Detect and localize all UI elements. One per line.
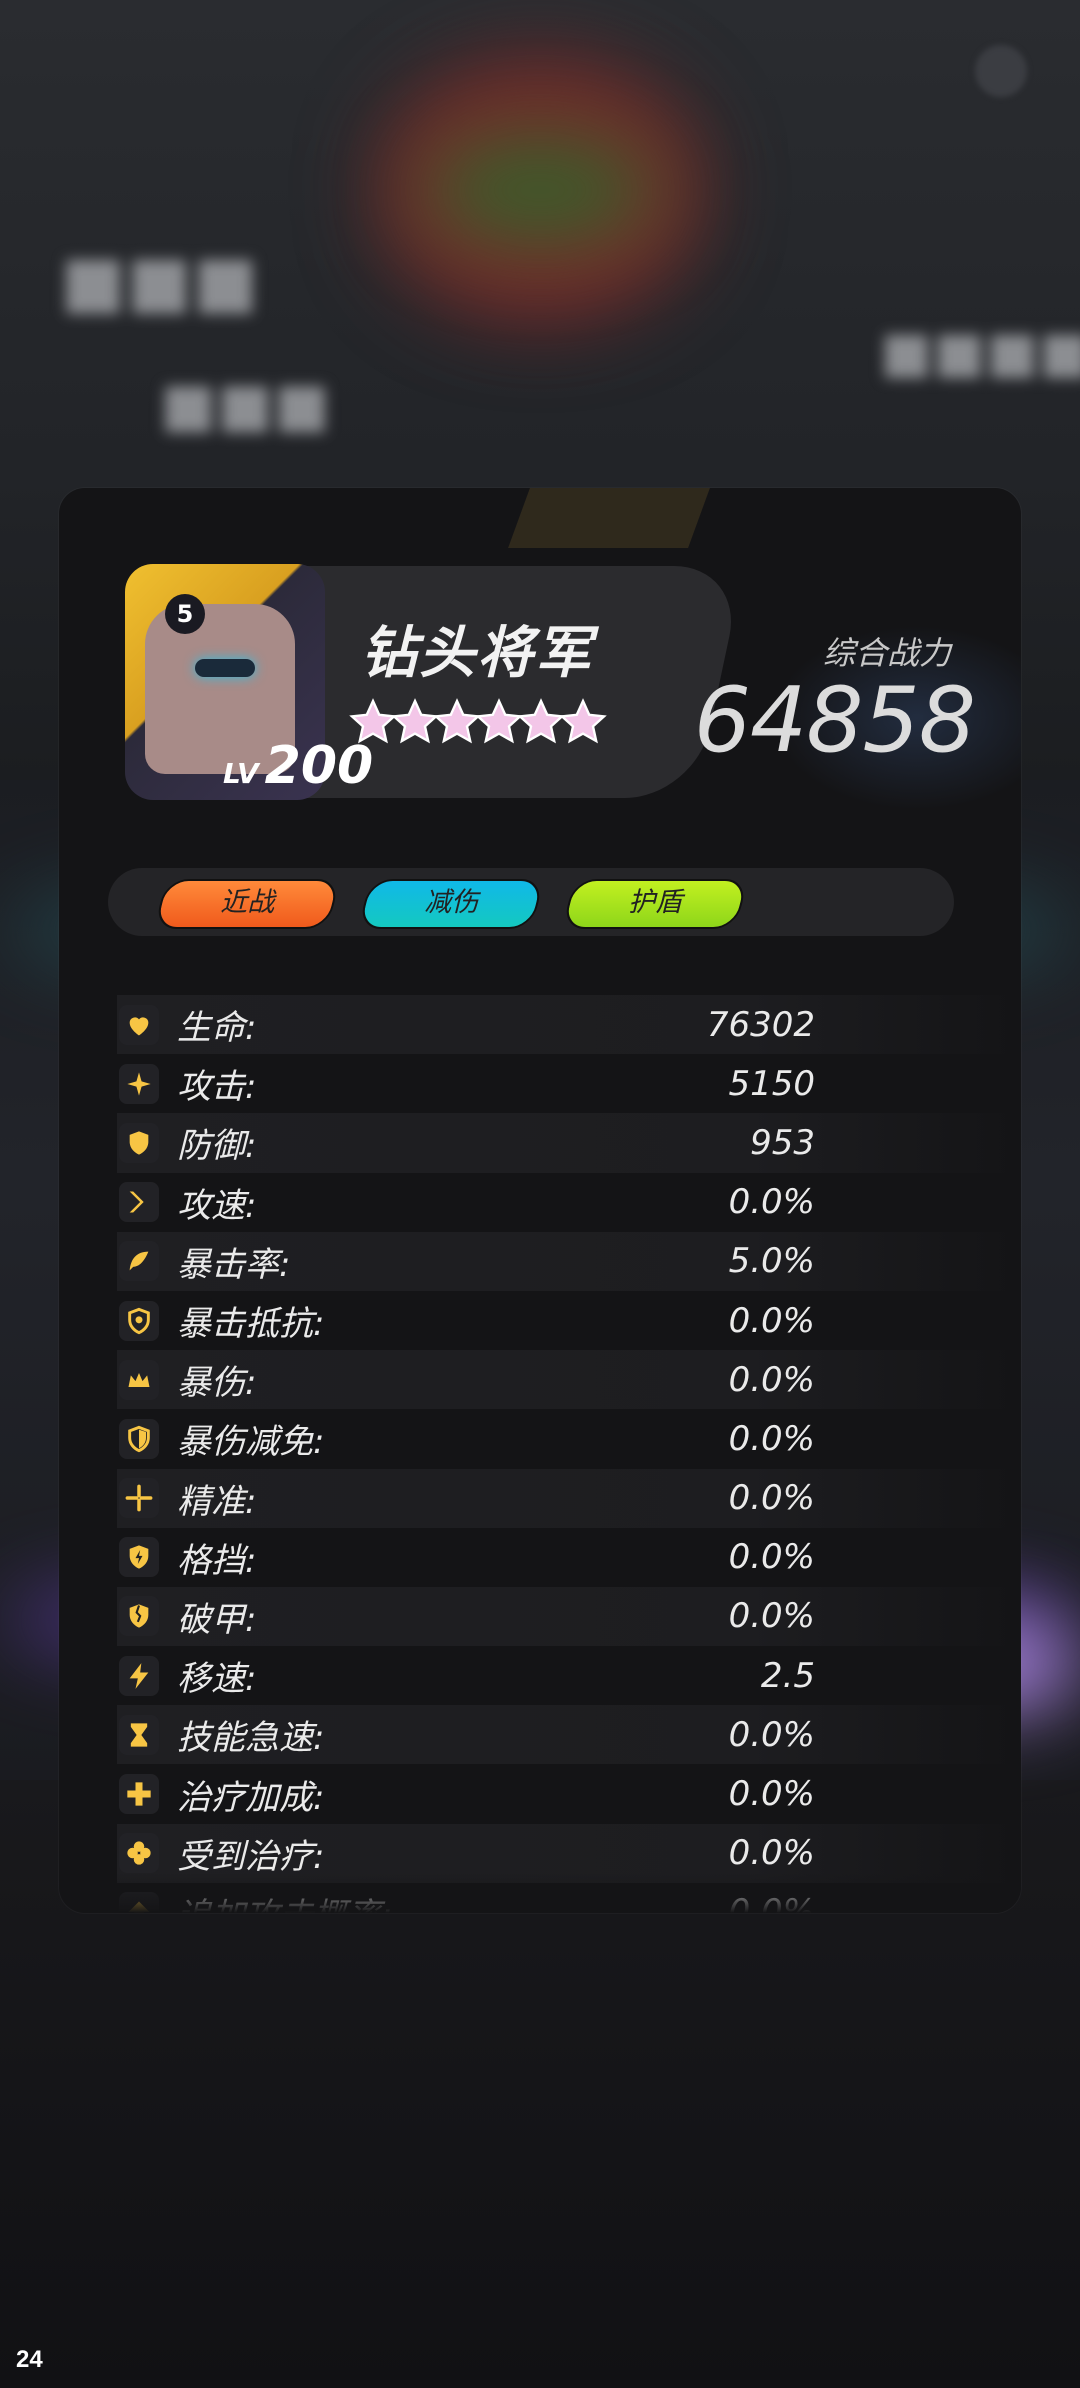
stat-name: 攻击:: [177, 1067, 257, 1108]
stat-value: 0.0%: [728, 1418, 815, 1459]
stat-name: 暴击率:: [177, 1244, 291, 1285]
shield-bolt-icon: [119, 1537, 159, 1578]
hero-level: LV 200: [223, 736, 373, 796]
stat-name: 生命:: [177, 1008, 257, 1049]
stat-row: 暴击抵抗: 0.0%: [117, 1291, 1021, 1350]
stat-name: 攻速:: [177, 1185, 257, 1226]
stat-value: 0.0%: [728, 1359, 815, 1400]
star-icon: [559, 698, 607, 744]
crosshair-icon: [119, 1478, 159, 1519]
tag-shield: 护盾: [561, 879, 749, 929]
stat-row: 移速: 2.5: [117, 1646, 1021, 1705]
stat-value: 0.0%: [728, 1774, 815, 1815]
heart-icon: [119, 1004, 159, 1045]
stat-name: 治疗加成:: [177, 1777, 325, 1818]
stat-value: 0.0%: [728, 1478, 815, 1519]
hero-tags: 近战 减伤 护盾: [108, 868, 954, 936]
shield-outline-icon: [119, 1300, 159, 1341]
stat-value: 0.0%: [728, 1596, 815, 1637]
star-icon: [391, 698, 439, 744]
stat-value: 76302: [706, 1004, 815, 1045]
hourglass-icon: [119, 1714, 159, 1755]
stat-name: 受到治疗:: [177, 1836, 325, 1877]
combat-power-value: 64858: [693, 668, 976, 773]
broken-shield-icon: [119, 1596, 159, 1637]
stat-value: 0.0%: [728, 1182, 815, 1223]
decorative-stripe: [508, 488, 710, 548]
stat-row: 防御: 953: [117, 1113, 1021, 1173]
stat-name: 暴伤减免:: [177, 1422, 325, 1463]
stat-row: 治疗加成: 0.0%: [117, 1764, 1021, 1823]
stat-row: 技能急速: 0.0%: [117, 1705, 1021, 1765]
stat-value: 2.5: [760, 1655, 815, 1696]
stat-row: 暴伤减免: 0.0%: [117, 1409, 1021, 1468]
stat-name: 防御:: [177, 1126, 257, 1167]
stat-value: 0.0%: [728, 1300, 815, 1341]
stat-row: 精准: 0.0%: [117, 1468, 1021, 1528]
hero-stats-panel: 5 钻头将军 LV 200 综合战力 64858 近战 减伤 护盾 生命: 7630…: [59, 488, 1021, 1913]
stat-value: 5.0%: [728, 1241, 815, 1282]
chevron-right-icon: [119, 1182, 159, 1223]
level-label: LV: [223, 757, 259, 790]
shield-half-icon: [119, 1418, 159, 1459]
cross-icon: [119, 1774, 159, 1815]
stat-name: 移速:: [177, 1659, 257, 1700]
stat-name: 暴伤:: [177, 1363, 257, 1404]
star-icon: [475, 698, 523, 744]
stats-list[interactable]: 生命: 76302 攻击: 5150 防御: 953 攻速: 0.0% 暴击率: 5.0% 暴击抵抗…: [117, 995, 1021, 1913]
stat-row: 攻击: 5150: [117, 1054, 1021, 1113]
stat-name: 格挡:: [177, 1540, 257, 1581]
stat-row: 破甲: 0.0%: [117, 1586, 1021, 1647]
stat-row: 暴击率: 5.0%: [117, 1231, 1021, 1291]
star-icon: [517, 698, 565, 744]
sparkle-icon: [119, 1063, 159, 1104]
shield-icon: [119, 1122, 159, 1163]
stat-value: 5150: [728, 1063, 815, 1104]
stat-value: 953: [750, 1122, 815, 1163]
stat-row: 攻速: 0.0%: [117, 1173, 1021, 1232]
tag-melee: 近战: [153, 879, 341, 929]
hero-name: 钻头将军: [361, 621, 593, 686]
stat-row: 生命: 76302: [117, 995, 1021, 1055]
stat-name: 暴击抵抗:: [177, 1304, 325, 1345]
crown-icon: [119, 1359, 159, 1400]
corner-number: 24: [16, 2346, 43, 2373]
stat-name: 精准:: [177, 1481, 257, 1522]
stat-row: 格挡: 0.0%: [117, 1528, 1021, 1587]
level-value: 200: [264, 736, 374, 796]
star-rating: [349, 698, 607, 746]
feather-icon: [119, 1241, 159, 1282]
star-icon: [433, 698, 481, 744]
stat-name: 技能急速:: [177, 1718, 325, 1759]
stat-row: 暴伤: 0.0%: [117, 1350, 1021, 1410]
tag-damage-reduction: 减伤: [357, 879, 545, 929]
stat-value: 0.0%: [728, 1537, 815, 1578]
lightning-icon: [119, 1655, 159, 1696]
clover-icon: [119, 1833, 159, 1874]
stat-value: 0.0%: [728, 1833, 815, 1874]
close-icon[interactable]: [975, 45, 1027, 97]
stat-name: 破甲:: [177, 1599, 257, 1640]
stat-value: 0.0%: [728, 1714, 815, 1755]
